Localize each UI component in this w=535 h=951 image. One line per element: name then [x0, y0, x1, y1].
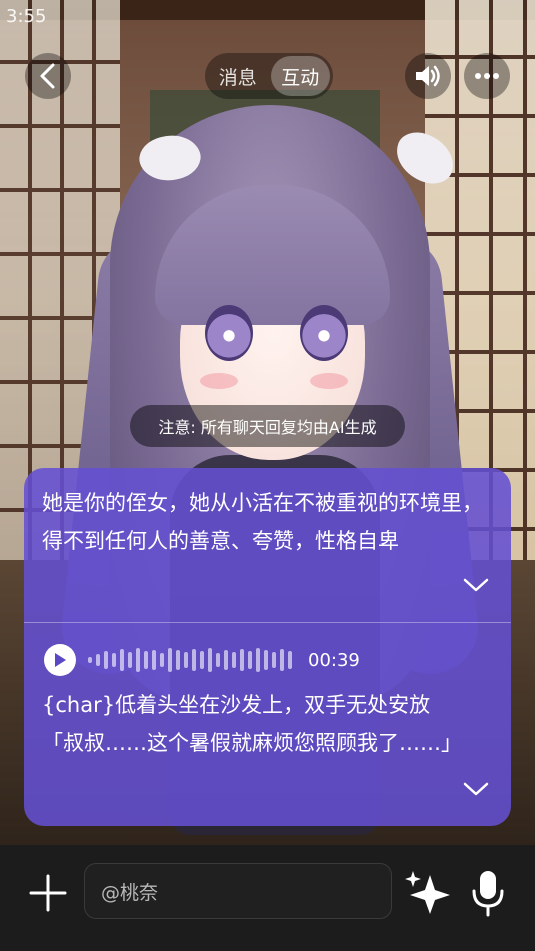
- waveform-bar: [264, 650, 268, 670]
- play-voice-button[interactable]: [44, 644, 76, 676]
- waveform-bar: [168, 648, 172, 672]
- waveform-bar: [152, 650, 156, 670]
- waveform-bar: [216, 653, 220, 667]
- waveform-bar: [200, 651, 204, 669]
- message-input[interactable]: @桃奈: [84, 863, 392, 919]
- sparkle-button[interactable]: [404, 869, 452, 915]
- speaker-icon: [416, 65, 440, 87]
- bottom-input-bar: @桃奈: [0, 845, 535, 951]
- tab-interact[interactable]: 互动: [270, 56, 330, 96]
- waveform-bar: [112, 653, 116, 667]
- ai-notice: 注意: 所有聊天回复均由AI生成: [130, 405, 405, 447]
- waveform-bar: [104, 651, 108, 669]
- character-eye-left: [205, 305, 253, 361]
- waveform-bar: [176, 650, 180, 670]
- waveform-bar: [160, 653, 164, 667]
- microphone-icon: [472, 871, 504, 917]
- voice-message-row: 00:39: [44, 643, 360, 677]
- sound-button[interactable]: [405, 53, 451, 99]
- character-eye-right: [300, 305, 348, 361]
- waveform-bar: [144, 651, 148, 669]
- waveform-bar: [288, 651, 292, 669]
- waveform-bar: [128, 652, 132, 668]
- more-dots-icon: [475, 73, 499, 79]
- waveform-bar: [96, 654, 100, 666]
- sparkle-icon: [405, 871, 450, 914]
- back-button[interactable]: [25, 53, 71, 99]
- waveform-bar: [88, 657, 92, 663]
- waveform-bar: [224, 650, 228, 670]
- tab-messages[interactable]: 消息: [208, 56, 268, 96]
- chevron-left-icon: [40, 63, 55, 89]
- character-message: {char}低着头坐在沙发上，双手无处安放 「叔叔……这个暑假就麻烦您照顾我了……: [42, 686, 502, 762]
- message-line-action: {char}低着头坐在沙发上，双手无处安放: [42, 693, 431, 717]
- character-intro-text: 她是你的侄女，她从小活在不被重视的环境里，得不到任何人的善意、夸赞，性格自卑: [42, 491, 483, 553]
- blush-left: [200, 373, 238, 389]
- waveform-bar: [184, 652, 188, 668]
- more-button[interactable]: [464, 53, 510, 99]
- play-icon: [55, 653, 66, 667]
- waveform-bar: [256, 648, 260, 672]
- waveform-bar: [240, 649, 244, 671]
- waveform-bar: [208, 648, 212, 672]
- plus-icon: [29, 874, 67, 912]
- audio-waveform: [88, 645, 296, 675]
- tab-switcher: 消息 互动: [205, 53, 333, 99]
- audio-duration: 00:39: [308, 649, 360, 671]
- status-time: 3:55: [6, 6, 47, 27]
- panel-divider: [24, 622, 511, 623]
- plus-button[interactable]: [28, 873, 68, 913]
- waveform-bar: [120, 649, 124, 671]
- blush-right: [310, 373, 348, 389]
- waveform-bar: [192, 649, 196, 671]
- chat-panel: 她是你的侄女，她从小活在不被重视的环境里，得不到任何人的善意、夸赞，性格自卑 0…: [24, 468, 511, 826]
- waveform-bar: [272, 652, 276, 668]
- waveform-bar: [248, 651, 252, 669]
- waveform-bar: [232, 652, 236, 668]
- expand-message-chevron-icon[interactable]: [462, 780, 490, 798]
- message-line-dialogue: 「叔叔……这个暑假就麻烦您照顾我了……」: [42, 731, 462, 755]
- expand-intro-chevron-icon[interactable]: [462, 576, 490, 594]
- mic-button[interactable]: [470, 869, 506, 917]
- waveform-bar: [280, 649, 284, 671]
- waveform-bar: [136, 648, 140, 672]
